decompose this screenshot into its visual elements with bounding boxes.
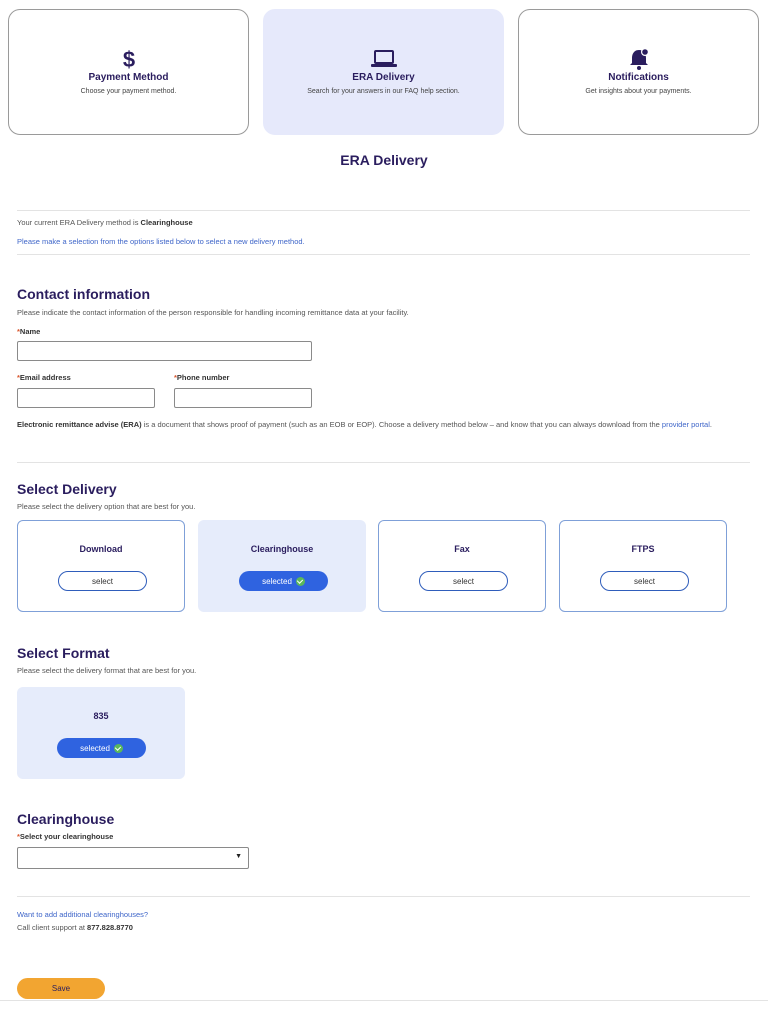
save-button[interactable]: Save — [17, 978, 105, 999]
name-field[interactable] — [17, 341, 312, 361]
laptop-icon — [264, 46, 503, 72]
clearinghouse-select-label-text: Select your clearinghouse — [19, 832, 114, 841]
era-text: is a document that shows proof of paymen… — [141, 420, 662, 429]
divider — [17, 896, 750, 897]
selected-button[interactable]: selected — [57, 738, 146, 758]
nav-card-subtitle: Search for your answers in our FAQ help … — [307, 88, 460, 95]
current-method-prefix: Your current ERA Delivery method is — [17, 218, 141, 227]
email-field[interactable] — [17, 388, 155, 408]
bell-icon — [519, 46, 758, 72]
format-option-835[interactable]: 835 selected — [17, 687, 185, 779]
nav-card-subtitle: Get insights about your payments. — [585, 88, 692, 95]
nav-card-era-delivery[interactable]: ERA Delivery Search for your answers in … — [263, 9, 504, 135]
era-end: . — [709, 420, 712, 429]
delivery-option-name: Download — [79, 544, 123, 554]
check-icon — [295, 576, 305, 586]
nav-card-title: Payment Method — [88, 72, 169, 83]
support-phone: 877.828.8770 — [87, 923, 133, 932]
delivery-option-download[interactable]: Download select — [17, 520, 185, 612]
dollar-icon: $ — [9, 46, 248, 72]
format-option-name: 835 — [93, 711, 109, 721]
add-clearinghouse-link[interactable]: Want to add additional clearinghouses? — [17, 910, 148, 919]
contact-description: Please indicate the contact information … — [17, 308, 409, 317]
divider — [17, 462, 750, 463]
chevron-down-icon: ▼ — [235, 853, 242, 860]
select-button-label: select — [634, 576, 655, 586]
phone-label: *Phone number — [174, 373, 229, 382]
era-description: Electronic remittance advise (ERA) is a … — [17, 419, 750, 432]
selected-button-label: selected — [80, 743, 110, 753]
select-button[interactable]: select — [600, 571, 689, 591]
format-heading: Select Format — [17, 645, 110, 661]
delivery-option-ftps[interactable]: FTPS select — [559, 520, 727, 612]
delivery-option-fax[interactable]: Fax select — [378, 520, 546, 612]
select-button-label: select — [453, 576, 474, 586]
nav-card-payment-method[interactable]: $ Payment Method Choose your payment met… — [8, 9, 249, 135]
delivery-heading: Select Delivery — [17, 481, 117, 497]
format-description: Please select the delivery format that a… — [17, 666, 197, 675]
provider-portal-link[interactable]: provider portal — [662, 420, 710, 429]
support-text: Call client support at 877.828.8770 — [17, 923, 133, 932]
footer-divider — [0, 1000, 768, 1001]
check-icon — [113, 743, 123, 753]
phone-field[interactable] — [174, 388, 312, 408]
delivery-option-name: Clearinghouse — [250, 544, 314, 554]
name-label-text: Name — [19, 327, 41, 336]
nav-card-title: ERA Delivery — [352, 72, 415, 83]
save-button-label: Save — [51, 984, 71, 993]
contact-heading: Contact information — [17, 286, 150, 302]
current-method-text: Your current ERA Delivery method is Clea… — [17, 218, 193, 227]
select-button[interactable]: select — [419, 571, 508, 591]
era-term: Electronic remittance advise (ERA) — [17, 420, 142, 429]
selected-button[interactable]: selected — [239, 571, 328, 591]
delivery-description: Please select the delivery option that a… — [17, 502, 196, 511]
delivery-option-clearinghouse[interactable]: Clearinghouse selected — [198, 520, 366, 612]
nav-card-title: Notifications — [608, 72, 669, 83]
svg-text:$: $ — [122, 47, 134, 71]
email-label-text: Email address — [19, 373, 71, 382]
divider — [17, 210, 750, 211]
clearinghouse-select-label: *Select your clearinghouse — [17, 832, 113, 841]
delivery-option-name: FTPS — [631, 544, 655, 554]
divider — [17, 254, 750, 255]
support-prefix: Call client support at — [17, 923, 88, 932]
selected-button-label: selected — [262, 576, 292, 586]
phone-label-text: Phone number — [176, 373, 230, 382]
current-method-value: Clearinghouse — [140, 218, 193, 227]
instruction-link[interactable]: Please make a selection from the options… — [17, 237, 305, 246]
name-label: *Name — [17, 327, 40, 336]
select-button[interactable]: select — [58, 571, 147, 591]
email-label: *Email address — [17, 373, 71, 382]
select-button-label: select — [92, 576, 113, 586]
clearinghouse-heading: Clearinghouse — [17, 811, 115, 827]
nav-card-notifications[interactable]: Notifications Get insights about your pa… — [518, 9, 759, 135]
clearinghouse-select[interactable]: ▼ — [17, 847, 249, 869]
page-title: ERA Delivery — [340, 152, 428, 168]
nav-card-subtitle: Choose your payment method. — [80, 88, 177, 95]
delivery-option-name: Fax — [454, 544, 470, 554]
